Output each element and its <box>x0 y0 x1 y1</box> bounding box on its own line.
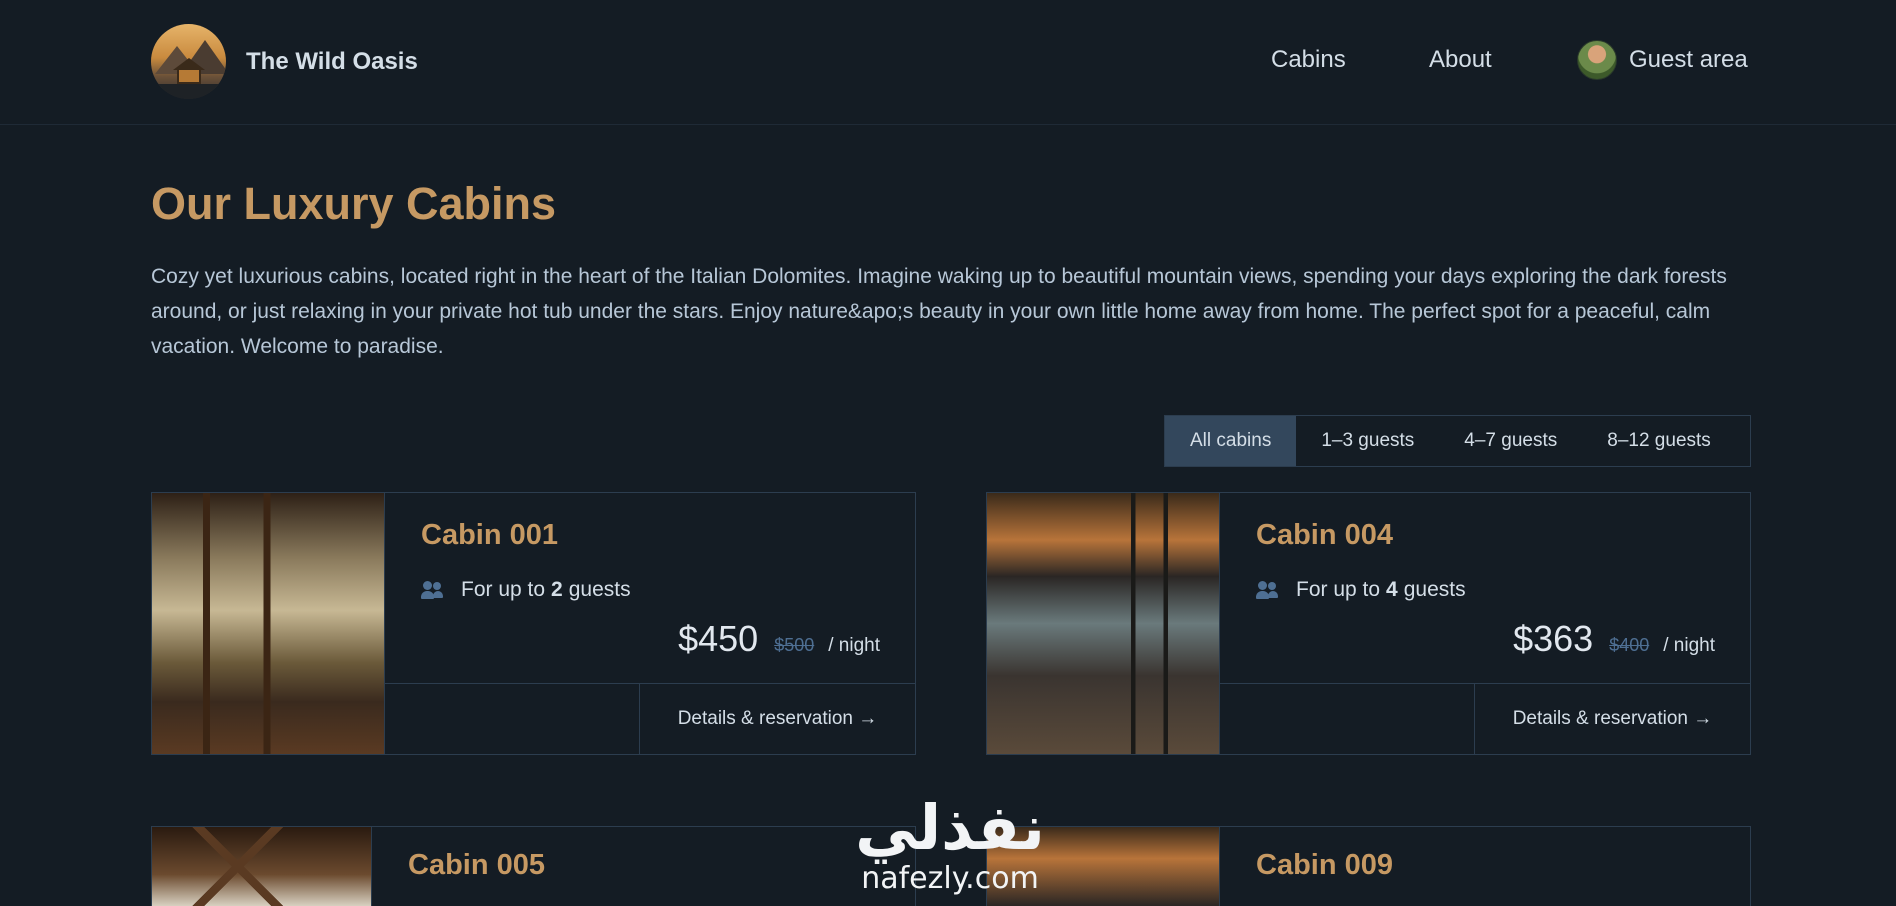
cabin-capacity: For up to 2 guests <box>421 578 631 602</box>
users-icon <box>421 581 443 599</box>
intro-text: Cozy yet luxurious cabins, located right… <box>151 265 1727 358</box>
nav-about-link[interactable]: About <box>1429 46 1492 74</box>
details-reservation-link[interactable]: Details & reservation → <box>639 684 915 754</box>
nav-cabins-link[interactable]: Cabins <box>1271 46 1346 74</box>
cabin-name: Cabin 009 <box>1256 849 1393 881</box>
cabin-card-body: Cabin 009 <box>1220 827 1750 906</box>
filter-4-7-guests[interactable]: 4–7 guests <box>1439 416 1582 466</box>
price-unit: / night <box>828 635 880 656</box>
nav-about[interactable]: About <box>1429 0 1492 120</box>
cabin-capacity: For up to 4 guests <box>1256 578 1466 602</box>
avatar <box>1577 40 1617 80</box>
filter-1-3-guests[interactable]: 1–3 guests <box>1296 416 1439 466</box>
nav-guest-area[interactable]: Guest area <box>1577 0 1748 120</box>
regular-price: $400 <box>1609 635 1650 655</box>
watermark: نفذلي nafezly.com <box>840 792 1060 906</box>
cabin-card: Cabin 009 <box>986 826 1751 906</box>
page-title: Our Luxury Cabins <box>151 178 557 229</box>
watermark-arabic: نفذلي <box>855 791 1045 864</box>
filter-8-12-guests[interactable]: 8–12 guests <box>1582 416 1736 466</box>
cabin-name: Cabin 004 <box>1256 519 1393 551</box>
cabin-price: $450 $500 / night <box>678 618 880 660</box>
cabin-card: Cabin 001 For up to 2 guests $450 $500 /… <box>151 492 916 755</box>
cabin-card-footer: Details & reservation → <box>1220 683 1750 754</box>
capacity-suffix: guests <box>1403 578 1466 601</box>
capacity-filter: All cabins 1–3 guests 4–7 guests 8–12 gu… <box>1164 415 1751 467</box>
watermark-latin: nafezly.com <box>861 861 1039 896</box>
capacity-number: 2 <box>551 578 563 601</box>
price-unit: / night <box>1663 635 1715 656</box>
cabin-card: Cabin 004 For up to 4 guests $363 $400 /… <box>986 492 1751 755</box>
nav-guest-area-link[interactable]: Guest area <box>1629 46 1748 74</box>
cabin-name: Cabin 001 <box>421 519 558 551</box>
capacity-prefix: For up to <box>1296 578 1381 601</box>
logo-image <box>151 24 226 99</box>
cabin-card-body: Cabin 001 For up to 2 guests $450 $500 /… <box>385 493 915 754</box>
capacity-number: 4 <box>1386 578 1398 601</box>
discounted-price: $450 <box>678 618 759 659</box>
discounted-price: $363 <box>1513 618 1594 659</box>
users-icon <box>1256 581 1278 599</box>
capacity-prefix: For up to <box>461 578 546 601</box>
capacity-suffix: guests <box>568 578 631 601</box>
cabin-image <box>987 493 1220 754</box>
cabin-name: Cabin 005 <box>408 849 545 881</box>
logo-text: The Wild Oasis <box>246 47 418 75</box>
filter-all-cabins[interactable]: All cabins <box>1165 416 1297 466</box>
cabin-card-footer: Details & reservation → <box>385 683 915 754</box>
cabin-image <box>152 493 385 754</box>
nav-cabins[interactable]: Cabins <box>1271 0 1346 120</box>
regular-price: $500 <box>774 635 815 655</box>
cabin-price: $363 $400 / night <box>1513 618 1715 660</box>
logo-link[interactable]: The Wild Oasis <box>151 24 418 99</box>
site-header: The Wild Oasis Cabins About Guest area <box>0 0 1896 125</box>
cabin-card: Cabin 005 <box>151 826 916 906</box>
cabin-card-body: Cabin 005 <box>372 827 915 906</box>
details-reservation-link[interactable]: Details & reservation → <box>1474 684 1750 754</box>
cabin-image <box>152 827 372 906</box>
cabin-card-body: Cabin 004 For up to 4 guests $363 $400 /… <box>1220 493 1750 754</box>
